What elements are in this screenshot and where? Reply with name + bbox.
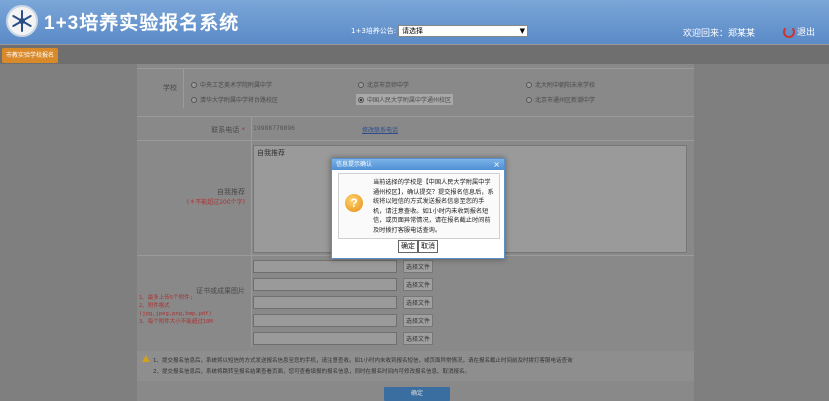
notes-area: 1、提交报名信息后，系统将以短信的方式发送报名信息至您的手机，请注意查收。如1小… bbox=[137, 351, 694, 381]
radio[interactable] bbox=[526, 81, 532, 88]
question-icon: ? bbox=[345, 194, 363, 212]
site-title: 1+3培养实验报名系统 bbox=[44, 13, 240, 34]
phone-row: 联系电话 * 19988778896 修改联系电话 bbox=[137, 116, 694, 140]
file-upload-row: 选择文件 bbox=[253, 332, 434, 345]
phone-label-text: 联系电话 bbox=[211, 126, 240, 134]
school-option[interactable]: 中央工艺美术学院附属中学 bbox=[191, 80, 272, 89]
notice-select-value: 请选择 bbox=[402, 27, 423, 35]
school-option-label: 中国人民大学附属中学通州校区 bbox=[367, 97, 452, 104]
logo bbox=[6, 5, 38, 37]
choose-file-button[interactable]: 选择文件 bbox=[403, 296, 434, 309]
dialog-buttons: 确定 取消 bbox=[332, 240, 504, 253]
school-option-label: 北大附中朝阳未来学校 bbox=[535, 82, 596, 89]
radio[interactable] bbox=[358, 81, 364, 88]
power-icon bbox=[783, 25, 795, 38]
welcome-text: 欢迎回来：郑某某 bbox=[683, 29, 756, 39]
school-options: 中央工艺美术学院附属中学 北京市京师中学 北大附中朝阳未来学校 清华大学附属中学… bbox=[183, 69, 694, 108]
file-upload-row: 选择文件 bbox=[253, 260, 434, 273]
choose-file-button[interactable]: 选择文件 bbox=[403, 332, 434, 345]
radio[interactable] bbox=[191, 96, 197, 103]
file-input[interactable] bbox=[253, 332, 397, 345]
cert-notes: 1、最多上传5个附件; 2、附件格式 (jpg,jpeg,png,bmp,pdf… bbox=[139, 294, 213, 326]
cert-note: 2、附件格式 bbox=[139, 303, 170, 309]
phone-value: 19988778896 bbox=[253, 125, 295, 132]
school-option-selected[interactable]: 中国人民大学附属中学通州校区 bbox=[356, 94, 454, 105]
radio[interactable] bbox=[526, 96, 532, 103]
school-option[interactable]: 清华大学附属中学将台路校区 bbox=[191, 95, 278, 104]
self-hint: (＊不能超过200个字) bbox=[186, 199, 245, 206]
school-option[interactable]: 北大附中朝阳未来学校 bbox=[526, 80, 595, 89]
header: 1+3培养实验报名系统 1+3培养公告: 请选择 ▼ 欢迎回来：郑某某 退出 bbox=[0, 0, 829, 44]
snowflake-icon bbox=[12, 10, 32, 32]
choose-file-button[interactable]: 选择文件 bbox=[403, 278, 434, 291]
edit-phone-link[interactable]: 修改联系电话 bbox=[362, 125, 398, 134]
school-label: 学校 bbox=[163, 84, 177, 92]
logout-label: 退出 bbox=[797, 28, 816, 38]
radio[interactable] bbox=[191, 81, 197, 88]
certificates-row: 证书或成果图片 1、最多上传5个附件; 2、附件格式 (jpg,jpeg,png… bbox=[137, 255, 694, 347]
warning-icon bbox=[142, 355, 150, 362]
self-label: 自我推荐 (＊不能超过200个字) bbox=[137, 187, 251, 206]
radio-checked[interactable] bbox=[358, 96, 364, 103]
school-option-label: 北京市京师中学 bbox=[367, 82, 410, 89]
chevron-down-icon: ▼ bbox=[519, 27, 525, 35]
phone-label: 联系电话 * bbox=[137, 125, 251, 135]
self-label-text: 自我推荐 bbox=[217, 188, 245, 196]
school-option-label: 中央工艺美术学院附属中学 bbox=[200, 82, 273, 89]
file-upload-row: 选择文件 bbox=[253, 296, 434, 309]
dialog-body: ? 当前选择的学校是【中国人民大学附属中学通州校区】，确认提交？提交报名信息后，… bbox=[338, 173, 500, 239]
file-input[interactable] bbox=[253, 278, 397, 291]
notice-select[interactable]: 请选择 ▼ bbox=[398, 25, 528, 37]
choose-file-button[interactable]: 选择文件 bbox=[403, 260, 434, 273]
dialog-message: 当前选择的学校是【中国人民大学附属中学通州校区】，确认提交？提交报名信息后，系统… bbox=[373, 179, 494, 234]
file-input[interactable] bbox=[253, 296, 397, 309]
file-input[interactable] bbox=[253, 260, 397, 273]
phone-content bbox=[251, 117, 694, 140]
note-line: 1、提交报名信息后，系统将以短信的方式发送报名信息至您的手机，请注意查收。如1小… bbox=[153, 358, 573, 364]
navbar: 市教实验学校报名 bbox=[0, 44, 829, 64]
choose-file-button[interactable]: 选择文件 bbox=[403, 314, 434, 327]
ok-button[interactable]: 确定 bbox=[398, 240, 418, 253]
tab-school-registration[interactable]: 市教实验学校报名 bbox=[2, 48, 59, 63]
file-upload-row: 选择文件 bbox=[253, 278, 434, 291]
file-input[interactable] bbox=[253, 314, 397, 327]
confirm-dialog: 信息提示确认 × ? 当前选择的学校是【中国人民大学附属中学通州校区】，确认提交… bbox=[331, 158, 505, 259]
cancel-button[interactable]: 取消 bbox=[418, 240, 438, 253]
close-icon[interactable]: × bbox=[493, 159, 500, 170]
school-option-label: 北京市通州区新潮中学 bbox=[535, 97, 596, 104]
cert-note: 1、最多上传5个附件; bbox=[139, 295, 193, 301]
note-line: 2、提交报名信息后，系统将跳转至报名结果查看页面，您可查看填报的报名信息，同时在… bbox=[153, 369, 471, 375]
school-option[interactable]: 北京市京师中学 bbox=[358, 80, 409, 89]
required-mark: * bbox=[241, 126, 246, 134]
school-option-label: 清华大学附属中学将台路校区 bbox=[200, 97, 279, 104]
dialog-titlebar: 信息提示确认 × bbox=[332, 159, 504, 170]
cert-note: 3、每个附件大小不能超过10M bbox=[139, 319, 213, 325]
school-row: 学校 中央工艺美术学院附属中学 北京市京师中学 北大附中朝阳未来学校 清华大学附… bbox=[137, 68, 694, 108]
notice-label: 1+3培养公告: bbox=[351, 27, 397, 35]
file-upload-row: 选择文件 bbox=[253, 314, 434, 327]
dialog-title: 信息提示确认 bbox=[336, 161, 373, 168]
school-option[interactable]: 北京市通州区新潮中学 bbox=[526, 95, 595, 104]
logout-button[interactable]: 退出 bbox=[783, 25, 815, 38]
submit-button[interactable]: 确定 bbox=[384, 387, 450, 401]
cert-note: (jpg,jpeg,png,bmp,pdf) bbox=[139, 311, 212, 317]
